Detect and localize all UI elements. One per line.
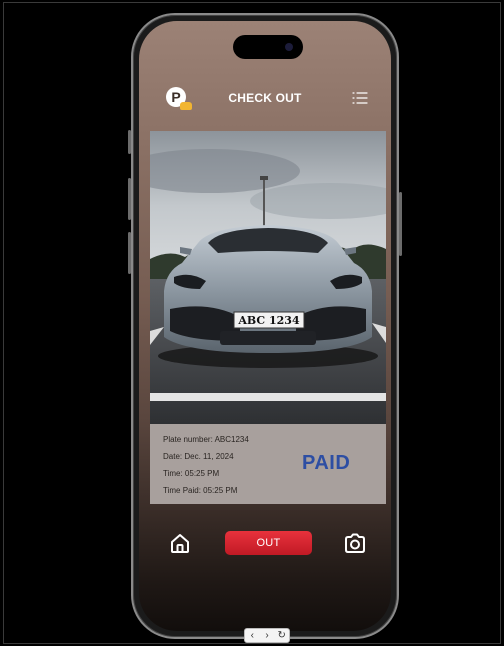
app-header: P CHECK OUT (139, 79, 391, 110)
time-paid-text: Time Paid: 05:25 PM (163, 486, 238, 495)
power-button (399, 192, 402, 256)
payment-status-badge: PAID (302, 452, 351, 474)
home-icon[interactable] (169, 532, 191, 554)
rotate-button[interactable]: ↻ (275, 629, 289, 642)
phone-mockup: P CHECK OUT ABC 1234 Plate number: ABC12… (131, 13, 399, 639)
vehicle-photo: ABC 1234 (150, 131, 386, 424)
license-plate-text: ABC 1234 (237, 314, 300, 327)
plate-number-text: Plate number: ABC1234 (163, 435, 249, 444)
viewer-controls: ‹ › ↻ (244, 628, 290, 643)
next-page-button[interactable]: › (260, 629, 274, 642)
bottom-nav-bar: OUT (139, 526, 391, 562)
list-menu-icon[interactable] (352, 91, 368, 105)
time-text: Time: 05:25 PM (163, 469, 220, 478)
dynamic-island (233, 35, 303, 59)
date-text: Date: Dec. 11, 2024 (163, 452, 234, 461)
camera-icon[interactable] (343, 532, 367, 554)
app-screen: P CHECK OUT ABC 1234 Plate number: ABC12… (139, 21, 391, 631)
out-button[interactable]: OUT (225, 531, 312, 555)
front-camera-dot (285, 43, 293, 51)
checkout-details-panel: Plate number: ABC1234 Date: Dec. 11, 202… (150, 424, 386, 504)
prev-page-button[interactable]: ‹ (245, 629, 259, 642)
